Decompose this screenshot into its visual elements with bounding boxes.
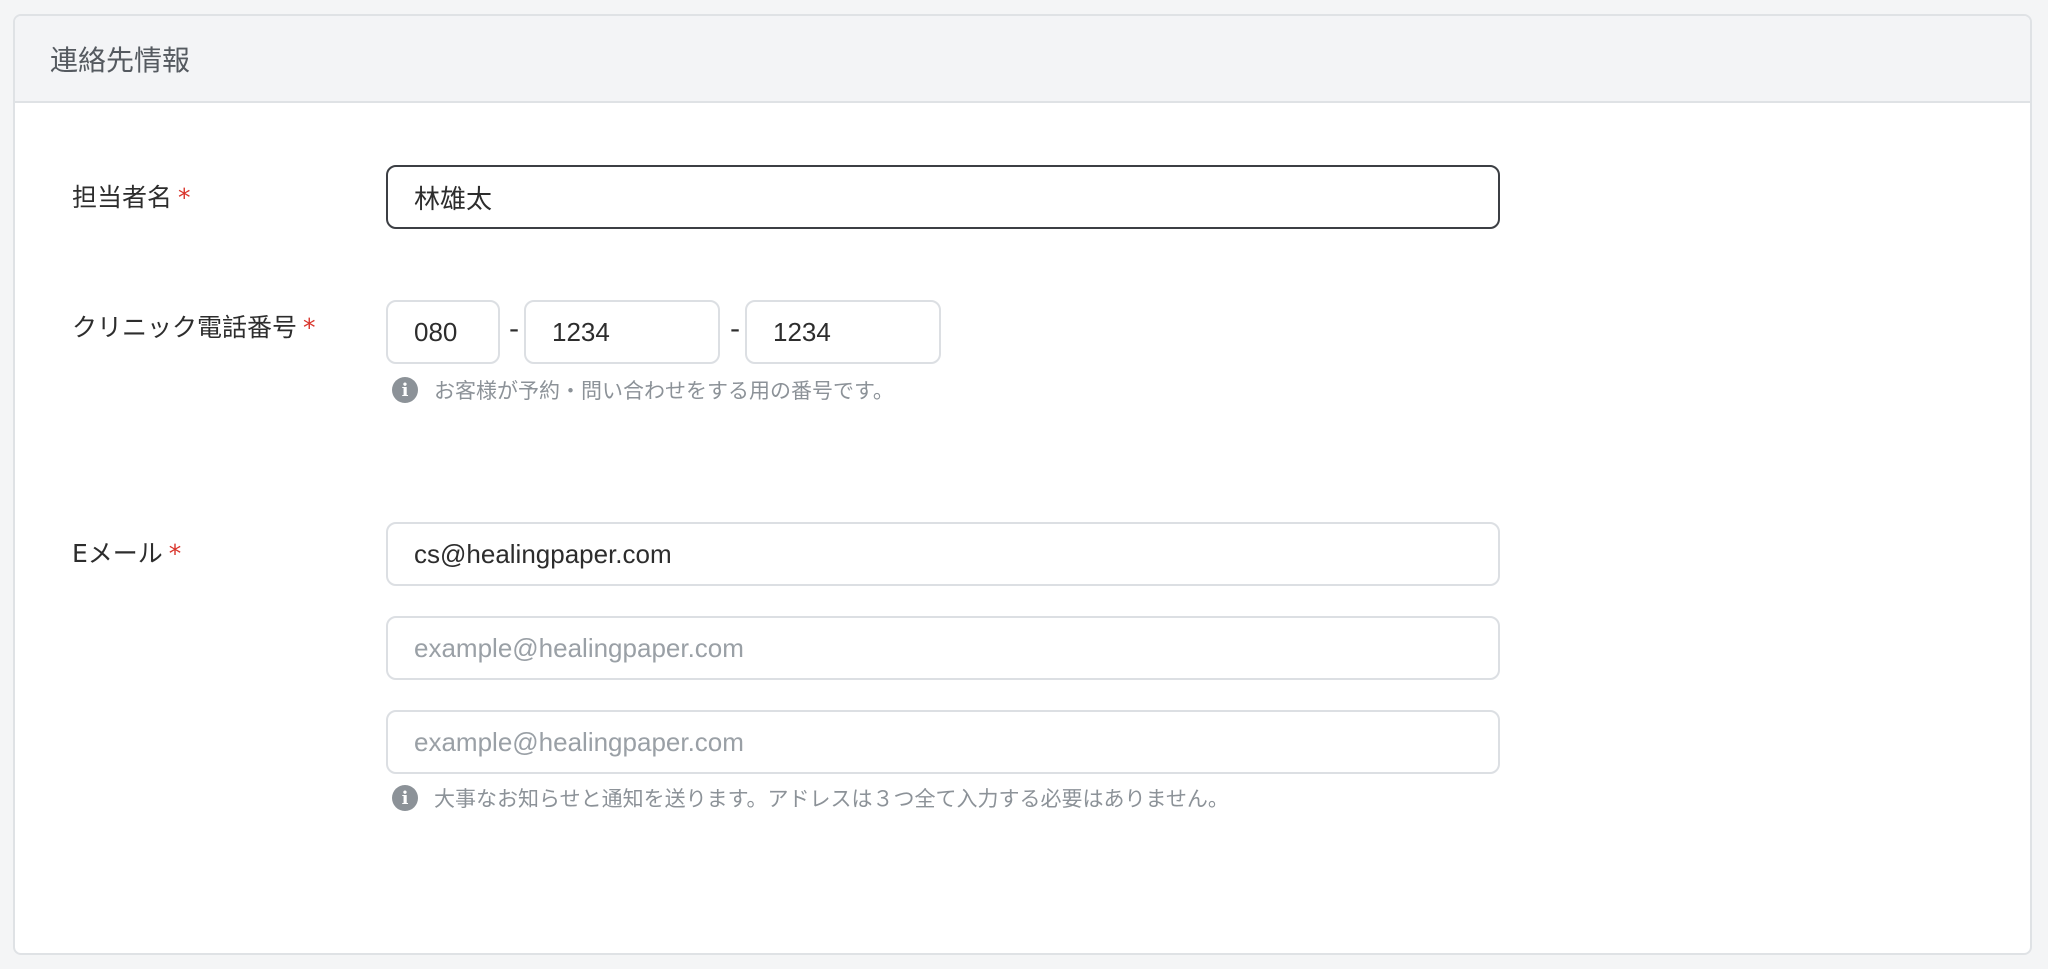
phone-part2-input[interactable] <box>524 300 720 364</box>
phone-hint: i お客様が予約・問い合わせをする用の番号です。 <box>392 375 894 405</box>
clinic-phone-label-text: クリニック電話番号 <box>72 313 298 342</box>
section-title: 連絡先情報 <box>50 43 191 77</box>
email-label-text: Eメール <box>72 539 163 568</box>
email1-input[interactable] <box>386 522 1500 586</box>
phone-part1-input[interactable] <box>386 300 500 364</box>
card-header: 連絡先情報 <box>15 16 2030 103</box>
email-label: Eメール * <box>72 534 181 570</box>
required-mark: * <box>303 313 316 342</box>
contact-info-card: 連絡先情報 担当者名* クリニック電話番号* - - i お客様が予約・問い合わ… <box>13 14 2032 955</box>
phone-separator: - <box>730 312 741 345</box>
email-hint-text: 大事なお知らせと通知を送ります。アドレスは３つ全て入力する必要はありません。 <box>434 787 1229 811</box>
contact-name-label-text: 担当者名 <box>72 183 173 212</box>
required-mark: * <box>178 183 191 212</box>
clinic-phone-label: クリニック電話番号 * <box>72 308 316 344</box>
contact-name-input[interactable] <box>386 165 1500 229</box>
email3-input[interactable] <box>386 710 1500 774</box>
email2-input[interactable] <box>386 616 1500 680</box>
info-icon: i <box>392 377 418 403</box>
phone-part3-input[interactable] <box>745 300 941 364</box>
info-icon: i <box>392 785 418 811</box>
phone-separator: - <box>509 312 520 345</box>
required-mark: * <box>168 539 182 568</box>
phone-hint-text: お客様が予約・問い合わせをする用の番号です。 <box>434 379 894 403</box>
contact-name-label: 担当者名 * <box>72 178 191 214</box>
email-hint: i 大事なお知らせと通知を送ります。アドレスは３つ全て入力する必要はありません。 <box>392 783 1229 813</box>
